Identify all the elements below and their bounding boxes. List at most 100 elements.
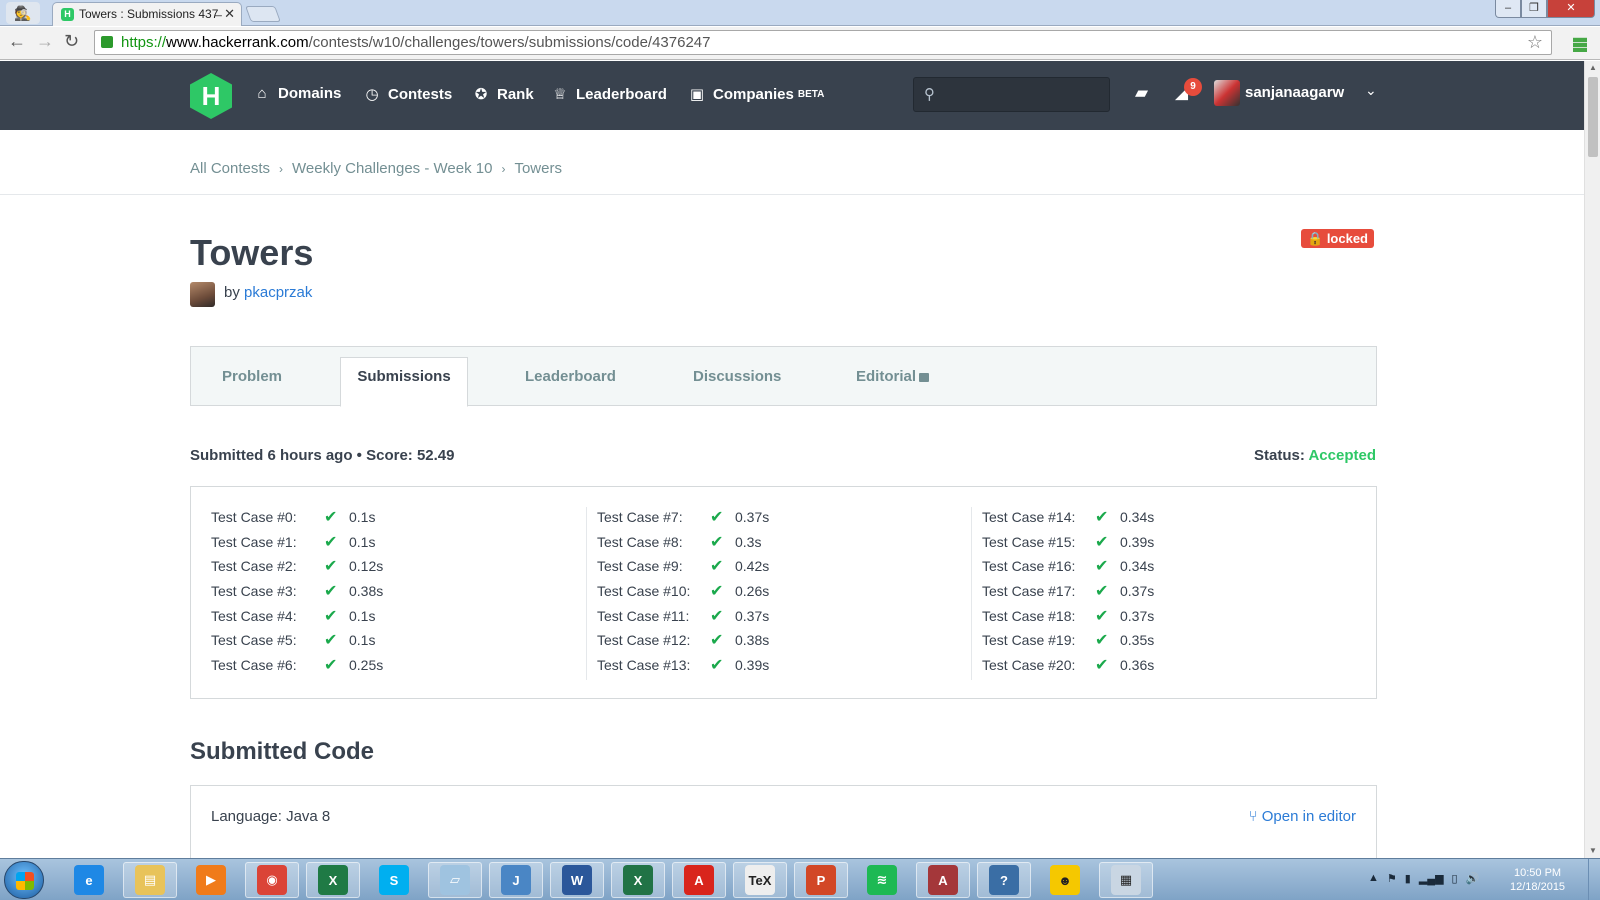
taskbar-jcreator-button[interactable]: J xyxy=(489,862,543,898)
chevron-right-icon: › xyxy=(501,161,506,176)
taskbar-tex-button[interactable]: TeX xyxy=(733,862,787,898)
scroll-down-icon[interactable]: ▼ xyxy=(1589,846,1597,855)
acrobat-icon: A xyxy=(684,865,714,895)
scroll-up-icon[interactable]: ▲ xyxy=(1589,63,1597,72)
challenge-tabs: Problem Submissions Leaderboard Discussi… xyxy=(190,346,1377,407)
bookmark-star-icon[interactable]: ☆ xyxy=(1527,31,1543,54)
taskbar-acrobat-button[interactable]: A xyxy=(672,862,726,898)
nav-leaderboard[interactable]: ♕ Leaderboard xyxy=(552,85,667,104)
test-case-row: Test Case #8: ✔ 0.3s xyxy=(597,532,976,557)
breadcrumb-towers[interactable]: Towers xyxy=(514,160,562,177)
author-link[interactable]: pkacprzak xyxy=(244,284,312,301)
language-label: Language: Java 8 xyxy=(211,808,331,825)
vertical-scrollbar[interactable]: ▲ ▼ xyxy=(1584,61,1600,858)
test-case-row: Test Case #11: ✔ 0.37s xyxy=(597,606,976,631)
test-case-row: Test Case #19: ✔ 0.35s xyxy=(982,630,1361,655)
maximize-window-button[interactable]: ❐ xyxy=(1521,0,1547,18)
taskbar-skype-button[interactable]: S xyxy=(367,862,421,898)
test-case-row: Test Case #10: ✔ 0.26s xyxy=(597,581,976,606)
taskbar-word-button[interactable]: W xyxy=(550,862,604,898)
volume-icon[interactable]: 🔊 xyxy=(1466,872,1480,885)
taskbar-excel-csv-button[interactable]: X xyxy=(306,862,360,898)
address-bar[interactable]: https://www.hackerrank.com/contests/w10/… xyxy=(94,30,1552,55)
signal-icon[interactable]: ▂▄▆ xyxy=(1419,872,1444,885)
hackerrank-logo[interactable]: H xyxy=(190,73,232,119)
taskbar-powerpoint-button[interactable]: P xyxy=(794,862,848,898)
trophy-icon: ♕ xyxy=(553,86,567,103)
test-case-time: 0.39s xyxy=(1120,533,1155,550)
checkmark-icon: ✔ xyxy=(324,533,338,551)
test-case-time: 0.1s xyxy=(349,533,376,550)
taskbar-help-button[interactable]: ? xyxy=(977,862,1031,898)
search-input[interactable]: ⚲ xyxy=(913,77,1110,112)
new-tab-button[interactable] xyxy=(245,6,281,22)
show-desktop-button[interactable] xyxy=(1588,859,1600,900)
tab-discussions[interactable]: Discussions xyxy=(693,368,781,385)
chrome-menu-icon[interactable]: ▬ ▬ ▬ xyxy=(1573,30,1587,54)
test-case-label: Test Case #11: xyxy=(597,607,690,624)
browser-tab[interactable]: H Towers : Submissions 437̶ ✕ xyxy=(52,2,242,26)
submission-status: Status: Accepted xyxy=(1254,447,1376,464)
scrollbar-thumb[interactable] xyxy=(1588,77,1598,157)
test-case-time: 0.37s xyxy=(735,607,770,624)
battery-icon[interactable]: ▯ xyxy=(1452,872,1458,885)
branch-icon: ⑂ xyxy=(1248,808,1258,825)
reload-icon[interactable]: ↻ xyxy=(64,31,79,52)
breadcrumb-weekly-challenges[interactable]: Weekly Challenges - Week 10 xyxy=(292,160,492,177)
close-tab-icon[interactable]: ✕ xyxy=(224,3,235,25)
taskbar-internet-explorer-button[interactable]: e xyxy=(62,862,116,898)
taskbar-access-button[interactable]: A xyxy=(916,862,970,898)
test-case-label: Test Case #1: xyxy=(211,533,297,550)
windows-logo-icon xyxy=(16,872,34,890)
tab-submissions[interactable]: Submissions xyxy=(340,357,468,407)
nav-rank[interactable]: ✪ Rank xyxy=(473,85,534,104)
forward-arrow-icon[interactable]: → xyxy=(36,31,54,52)
author-avatar[interactable] xyxy=(190,282,215,307)
nav-rank-label: Rank xyxy=(497,85,534,103)
messages-icon[interactable]: ▰ xyxy=(1135,83,1148,103)
test-case-row: Test Case #0: ✔ 0.1s xyxy=(211,507,601,532)
internet-explorer-icon: e xyxy=(74,865,104,895)
browser-toolbar: ← → ↻ https://www.hackerrank.com/contest… xyxy=(0,27,1600,60)
taskbar-spotify-button[interactable]: ≋ xyxy=(855,862,909,898)
nav-domains[interactable]: ⌂ Domains xyxy=(254,85,341,102)
tab-leaderboard[interactable]: Leaderboard xyxy=(525,368,616,385)
taskbar-chrome-button[interactable]: ◉ xyxy=(245,862,299,898)
test-case-label: Test Case #15: xyxy=(982,533,1076,550)
taskbar-media-player-button[interactable]: ▶ xyxy=(184,862,238,898)
page-title: Towers xyxy=(190,232,314,273)
checkmark-icon: ✔ xyxy=(1095,509,1109,526)
taskbar-notepad-button[interactable]: ▱ xyxy=(428,862,482,898)
test-case-row: Test Case #12: ✔ 0.38s xyxy=(597,630,976,655)
tab-editorial[interactable]: Editorial xyxy=(856,368,930,385)
nav-contests[interactable]: ◷ Contests xyxy=(364,85,452,104)
taskbar-calculator-button[interactable]: ▦ xyxy=(1099,862,1153,898)
breadcrumb-bar: All Contests › Weekly Challenges - Week … xyxy=(0,130,1584,195)
user-avatar[interactable] xyxy=(1214,80,1240,106)
chevron-down-icon[interactable]: ⌄ xyxy=(1365,82,1377,99)
minimize-window-button[interactable]: – xyxy=(1495,0,1521,18)
checkmark-icon: ✔ xyxy=(710,657,724,675)
test-case-time: 0.3s xyxy=(735,533,762,550)
calculator-icon: ▦ xyxy=(1111,865,1141,895)
taskbar-file-explorer-button[interactable]: ▤ xyxy=(123,862,177,898)
show-hidden-icons-icon[interactable]: ▲ xyxy=(1368,872,1379,885)
nav-companies[interactable]: ▣ Companies BETA xyxy=(689,85,824,104)
username[interactable]: sanjanaagarw xyxy=(1245,84,1344,101)
back-arrow-icon[interactable]: ← xyxy=(8,31,26,52)
action-center-flag-icon[interactable]: ⚑ xyxy=(1387,872,1397,885)
test-case-time: 0.1s xyxy=(349,509,376,525)
breadcrumb-all-contests[interactable]: All Contests xyxy=(190,160,270,177)
test-case-time: 0.37s xyxy=(1120,583,1155,600)
checkmark-icon: ✔ xyxy=(1095,607,1109,625)
close-window-button[interactable]: ✕ xyxy=(1547,0,1595,18)
tab-problem[interactable]: Problem xyxy=(222,368,282,385)
open-in-editor-link[interactable]: ⑂ Open in editor xyxy=(1249,808,1356,825)
test-case-label: Test Case #3: xyxy=(211,583,297,600)
system-clock[interactable]: 10:50 PM 12/18/2015 xyxy=(1510,866,1565,894)
network-icon[interactable]: ▮ xyxy=(1405,872,1411,885)
taskbar-cyberghost-button[interactable]: ☻ xyxy=(1038,862,1092,898)
start-button[interactable] xyxy=(4,861,44,899)
taskbar-excel-button[interactable]: X xyxy=(611,862,665,898)
test-case-time: 0.25s xyxy=(349,657,384,674)
